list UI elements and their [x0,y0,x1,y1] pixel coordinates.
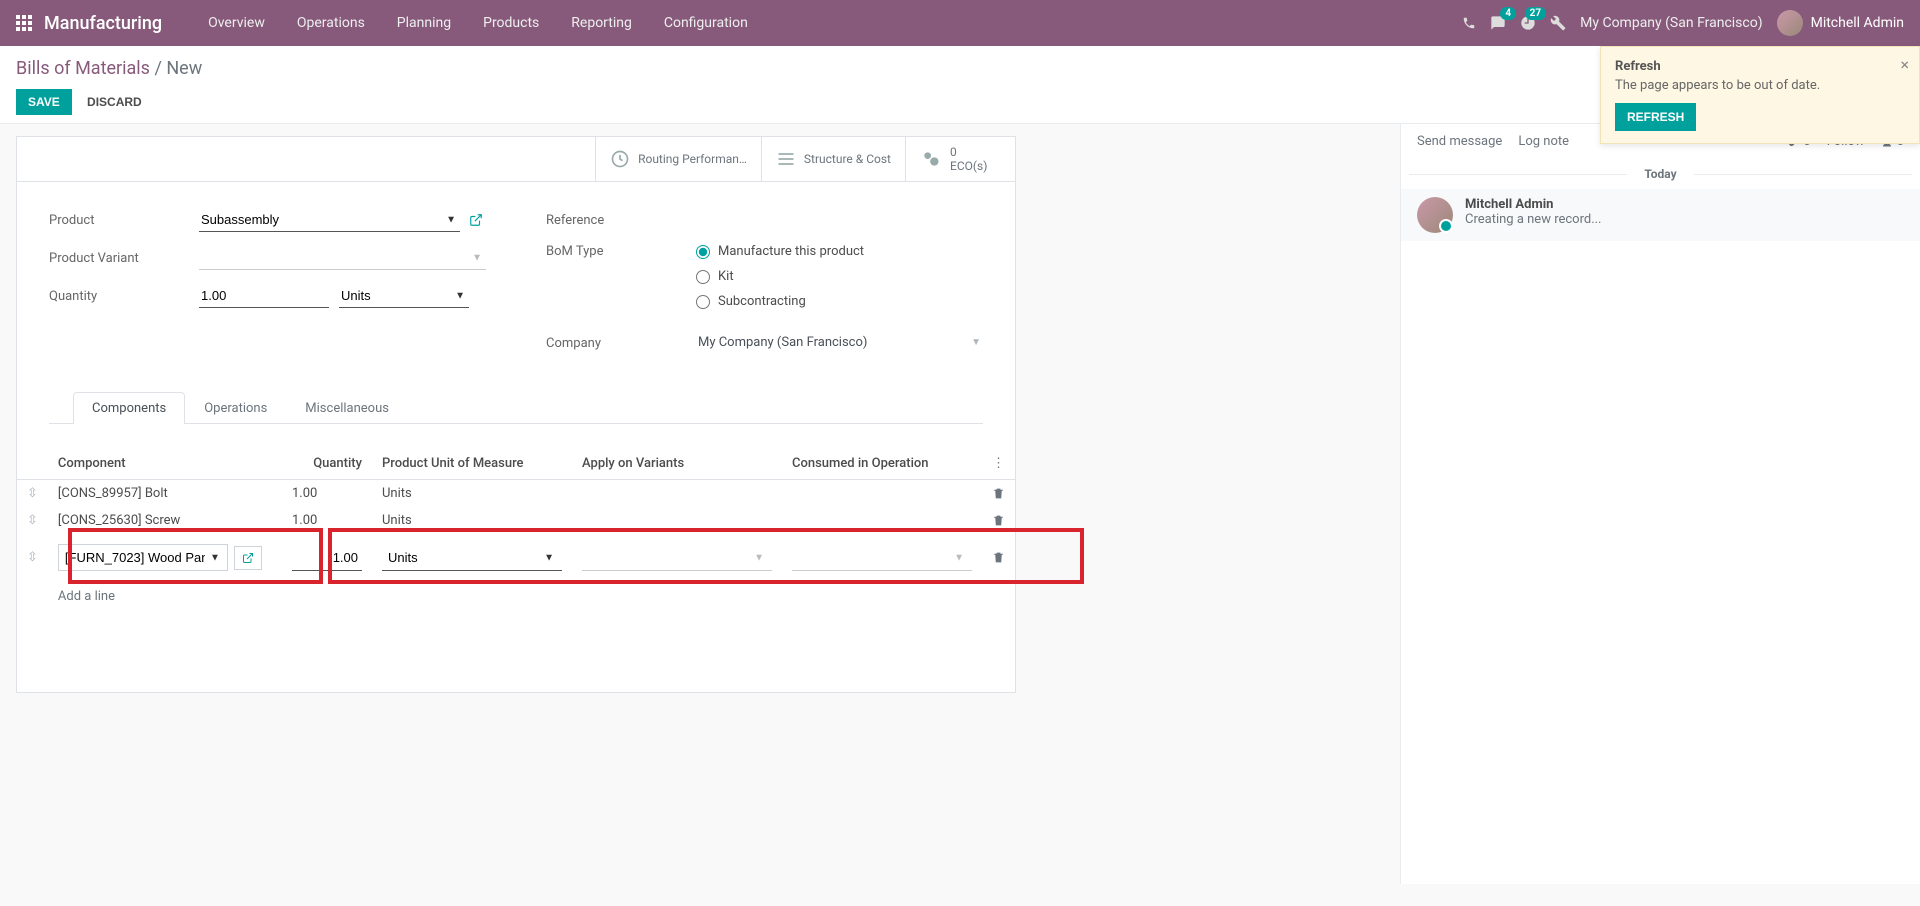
avatar [1777,10,1803,36]
stat-structure[interactable]: Structure & Cost [761,137,905,181]
avatar [1417,197,1453,233]
quantity-cell-input[interactable] [292,545,362,571]
save-button[interactable]: SAVE [16,89,72,115]
table-row-editing[interactable]: ⇳ ▼ [17,534,1015,581]
message-item: Mitchell Admin Creating a new record... [1401,189,1920,241]
nav-planning[interactable]: Planning [381,0,467,46]
radio-subcontracting[interactable]: Subcontracting [696,294,983,309]
th-variants: Apply on Variants [572,448,782,480]
stat-bar: Routing Performan… Structure & Cost 0 EC… [17,137,1015,182]
radio-kit[interactable]: Kit [696,269,983,284]
uom-cell-input[interactable] [382,545,562,571]
th-consumed: Consumed in Operation [782,448,982,480]
date-divider: Today [1401,167,1920,181]
label-company: Company [546,336,696,351]
list-icon [776,149,796,169]
radio-manufacture[interactable]: Manufacture this product [696,244,983,259]
variant-input[interactable] [199,246,486,270]
close-icon[interactable]: × [1900,55,1909,74]
nav-configuration[interactable]: Configuration [648,0,764,46]
add-line-link[interactable]: Add a line [48,581,1015,612]
table-row[interactable]: ⇳ [CONS_89957] Bolt 1.00 Units [17,480,1015,508]
messages-icon[interactable]: 4 [1490,15,1506,31]
nav-menu: Overview Operations Planning Products Re… [192,0,764,46]
clock-icon [610,149,630,169]
trash-icon[interactable] [982,507,1015,534]
variants-cell-input[interactable] [582,545,772,571]
form-sheet: Routing Performan… Structure & Cost 0 EC… [16,136,1016,693]
discard-button[interactable]: DISCARD [75,89,154,115]
trash-icon[interactable] [982,480,1015,508]
label-bomtype: BoM Type [546,244,696,259]
stat-routing[interactable]: Routing Performan… [595,137,761,181]
external-link-button[interactable] [234,546,262,570]
trash-icon[interactable] [982,534,1015,581]
quantity-input[interactable] [199,284,329,308]
drag-handle-icon[interactable]: ⇳ [17,480,48,508]
user-menu[interactable]: Mitchell Admin [1777,10,1904,36]
th-component: Component [48,448,282,480]
breadcrumb-current: New [166,58,202,79]
nav-products[interactable]: Products [467,0,555,46]
messages-badge: 4 [1500,7,1516,20]
product-input[interactable] [199,208,460,232]
form-tabs: Components Operations Miscellaneous [49,391,983,424]
quantity-uom-input[interactable] [339,284,469,308]
component-input[interactable] [58,544,228,571]
send-message-button[interactable]: Send message [1417,134,1502,149]
message-body: Creating a new record... [1465,212,1602,227]
nav-operations[interactable]: Operations [281,0,381,46]
company-select[interactable]: My Company (San Francisco) ▼ [696,331,983,355]
external-link-icon[interactable] [466,210,486,230]
components-table: Component Quantity Product Unit of Measu… [17,448,1015,692]
drag-handle-icon[interactable]: ⇳ [17,534,48,581]
tab-operations[interactable]: Operations [185,392,286,424]
company-selector[interactable]: My Company (San Francisco) [1580,15,1762,31]
nav-right: 4 27 My Company (San Francisco) Mitchell… [1462,10,1904,36]
message-author: Mitchell Admin [1465,197,1602,212]
th-uom: Product Unit of Measure [372,448,572,480]
nav-reporting[interactable]: Reporting [555,0,648,46]
notif-body: The page appears to be out of date. [1615,78,1905,93]
consumed-cell-input[interactable] [792,545,972,571]
label-quantity: Quantity [49,289,199,304]
tab-components[interactable]: Components [73,392,185,424]
phone-icon[interactable] [1462,16,1476,30]
user-name: Mitchell Admin [1811,15,1904,31]
activities-badge: 27 [1525,7,1546,20]
stat-eco[interactable]: 0 ECO(s) [905,137,1015,181]
chatter-panel: Send message Log note 0 Follow 0 Today M… [1400,124,1920,884]
table-row[interactable]: ⇳ [CONS_25630] Screw 1.00 Units [17,507,1015,534]
chevron-down-icon: ▼ [971,337,981,348]
notif-title: Refresh [1615,59,1905,74]
apps-icon[interactable] [16,15,32,31]
label-reference: Reference [546,213,696,228]
log-note-button[interactable]: Log note [1518,134,1569,149]
label-product: Product [49,213,199,228]
app-name[interactable]: Manufacturing [44,13,162,34]
label-variant: Product Variant [49,251,199,266]
activities-icon[interactable]: 27 [1520,15,1536,31]
gears-icon [920,149,942,169]
nav-overview[interactable]: Overview [192,0,281,46]
th-quantity: Quantity [282,448,372,480]
breadcrumb-root[interactable]: Bills of Materials [16,58,150,79]
debug-icon[interactable] [1550,15,1566,31]
drag-handle-icon[interactable]: ⇳ [17,507,48,534]
column-options-icon[interactable]: ⋮ [982,448,1015,480]
refresh-notification: × Refresh The page appears to be out of … [1600,46,1920,144]
refresh-button[interactable]: REFRESH [1615,103,1696,131]
tab-misc[interactable]: Miscellaneous [286,392,408,424]
top-navbar: Manufacturing Overview Operations Planni… [0,0,1920,46]
